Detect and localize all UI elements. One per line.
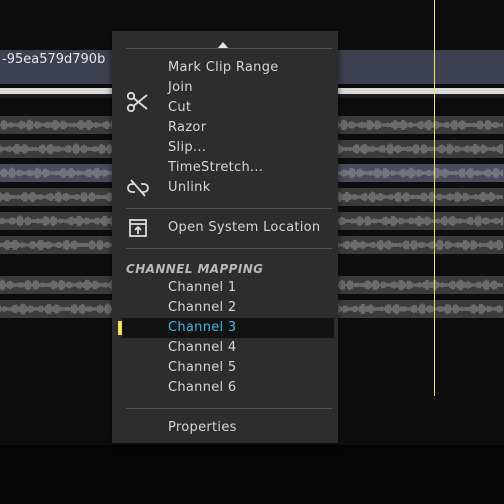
menu-item-cut[interactable]: Cut	[112, 91, 338, 118]
menu-item-channel-1[interactable]: Channel 1	[112, 278, 338, 298]
clip-title: -95ea579d790b	[2, 52, 106, 67]
menu-item-label: Razor	[168, 120, 207, 135]
menu-item-mark-clip-range[interactable]: Mark Clip Range	[112, 58, 338, 78]
selected-marker	[118, 321, 122, 335]
menu-item-open-system-location[interactable]: Open System Location	[112, 218, 338, 238]
menu-item-slip[interactable]: Slip...	[112, 138, 338, 158]
menu-separator	[126, 248, 332, 249]
empty-area	[0, 445, 504, 504]
menu-item-label: TimeStretch...	[168, 160, 264, 175]
unlink-icon	[127, 179, 149, 197]
scissors-icon	[126, 91, 148, 113]
menu-item-label: Channel 3	[168, 320, 237, 335]
menu-item-channel-2[interactable]: Channel 2	[112, 298, 338, 318]
menu-item-label: Properties	[168, 420, 237, 435]
menu-separator	[126, 208, 332, 209]
menu-item-unlink[interactable]: Unlink	[112, 178, 338, 198]
open-location-icon	[129, 219, 147, 237]
menu-item-timestretch[interactable]: TimeStretch...	[112, 158, 338, 178]
menu-item-channel-6[interactable]: Channel 6	[112, 378, 338, 398]
menu-separator	[126, 48, 332, 49]
menu-item-label: Channel 6	[168, 380, 237, 395]
menu-item-label: Cut	[168, 100, 192, 115]
menu-item-channel-5[interactable]: Channel 5	[112, 358, 338, 378]
menu-item-label: Channel 1	[168, 280, 237, 295]
menu-item-label: Channel 5	[168, 360, 237, 375]
menu-separator	[126, 408, 332, 409]
menu-item-channel-3[interactable]: Channel 3	[112, 318, 338, 338]
menu-item-properties[interactable]: Properties	[112, 418, 338, 438]
menu-item-label: Slip...	[168, 140, 207, 155]
menu-item-label: Channel 4	[168, 340, 237, 355]
menu-item-channel-4[interactable]: Channel 4	[112, 338, 338, 358]
menu-item-label: Join	[168, 80, 193, 95]
menu-item-label: Channel 2	[168, 300, 237, 315]
menu-item-label: Mark Clip Range	[168, 60, 279, 75]
menu-item-label: Unlink	[168, 180, 211, 195]
playhead[interactable]	[434, 0, 435, 396]
section-title-channel-mapping: CHANNEL MAPPING	[126, 262, 264, 276]
menu-item-label: Open System Location	[168, 220, 321, 235]
context-menu: Mark Clip Range Join Cut Razor Slip... T…	[112, 31, 338, 443]
menu-item-razor[interactable]: Razor	[112, 118, 338, 138]
